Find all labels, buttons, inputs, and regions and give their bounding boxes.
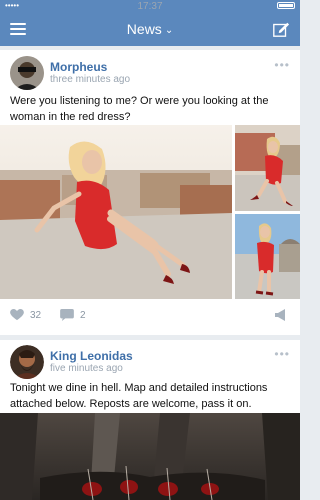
status-time: 17:37	[137, 1, 163, 12]
nav-bar: News ⌄	[0, 12, 300, 46]
chevron-down-icon: ⌄	[164, 25, 174, 36]
photo-side-bottom[interactable]	[235, 214, 300, 299]
author-name[interactable]: King Leonidas	[50, 349, 133, 363]
comment-button[interactable]: 2	[60, 309, 86, 321]
battery-icon	[277, 2, 295, 9]
news-dropdown[interactable]: News ⌄	[0, 21, 300, 37]
post-time: three minutes ago	[50, 74, 131, 85]
page-title: News	[126, 21, 162, 37]
like-count: 32	[30, 309, 42, 321]
post-text: Were you listening to me? Or were you lo…	[10, 95, 269, 123]
more-icon[interactable]: •••	[274, 58, 290, 72]
heart-icon	[10, 309, 24, 321]
share-button[interactable]	[274, 308, 296, 322]
avatar[interactable]	[10, 56, 44, 90]
photo-main[interactable]	[0, 125, 232, 299]
compose-icon[interactable]	[272, 20, 290, 38]
post-time: five minutes ago	[50, 363, 123, 374]
like-button[interactable]: 32	[10, 309, 41, 321]
comment-icon	[60, 309, 74, 321]
photo-main[interactable]	[0, 413, 300, 500]
comment-count: 2	[80, 309, 86, 321]
post-card-1: Morpheus three minutes ago ••• Were you …	[0, 50, 300, 335]
more-icon[interactable]: •••	[274, 347, 290, 361]
share-icon	[275, 309, 285, 321]
post-card-2: King Leonidas five minutes ago ••• Tonig…	[0, 340, 300, 500]
photo-side-top[interactable]	[235, 125, 300, 211]
status-bar: ••••• 17:37	[0, 0, 300, 12]
author-name[interactable]: Morpheus	[50, 60, 107, 74]
post-text: Tonight we dine in hell. Map and detaile…	[10, 382, 268, 410]
avatar[interactable]	[10, 345, 44, 379]
